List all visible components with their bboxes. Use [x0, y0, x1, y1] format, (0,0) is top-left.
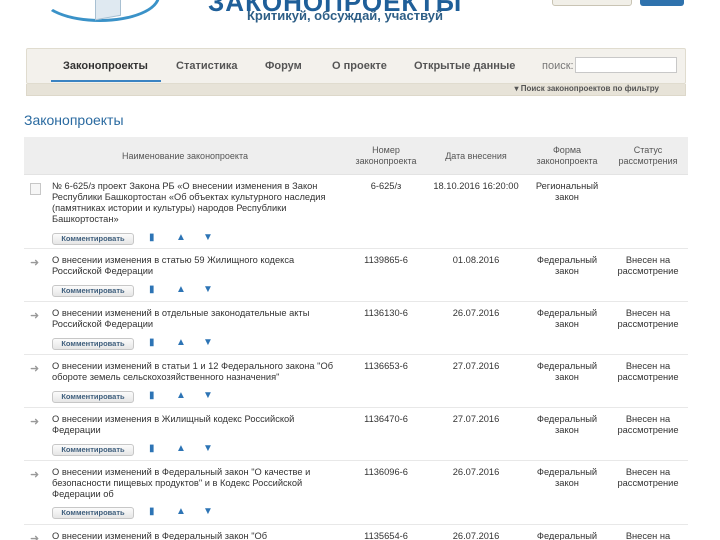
bill-status: Внесен на — [625, 531, 671, 540]
bill-form: Федеральный закон — [536, 255, 598, 276]
arrow-right-icon: ➜ — [30, 310, 40, 322]
thumbs-up-icon[interactable]: ▲ — [176, 506, 186, 518]
thumbs-down-icon[interactable]: ▼ — [203, 337, 213, 349]
bill-status: Внесен на рассмотрение — [617, 361, 679, 382]
bill-status: Внесен на рассмотрение — [617, 467, 679, 488]
header-login-button[interactable] — [552, 0, 632, 6]
speech-bubble-icon[interactable]: ▮ — [149, 337, 155, 349]
bill-form: Федеральный закон — [536, 361, 598, 382]
thumbs-down-icon[interactable]: ▼ — [203, 284, 213, 296]
column-header-date[interactable]: Дата внесения — [426, 151, 526, 162]
arrow-right-icon: ➜ — [30, 469, 40, 481]
header-register-button[interactable] — [640, 0, 684, 6]
speech-bubble-icon[interactable]: ▮ — [149, 390, 155, 402]
table-row: ➜ О внесении изменения в статью 59 Жилищ… — [24, 249, 688, 302]
nav-item-forum[interactable]: Форум — [265, 60, 302, 72]
nav-item-open-data[interactable]: Открытые данные — [414, 60, 515, 72]
table-row: ➜ О внесении изменения в Жилищный кодекс… — [24, 408, 688, 461]
bill-date: 26.07.2016 — [452, 467, 500, 477]
bill-form: Федеральный — [536, 531, 598, 540]
thumbs-up-icon[interactable]: ▲ — [176, 337, 186, 349]
bill-number: 1136653-6 — [364, 361, 408, 371]
bill-number: 1139865-6 — [364, 255, 408, 265]
comment-button[interactable]: Комментировать — [52, 285, 134, 297]
bill-form: Региональный закон — [535, 181, 599, 202]
column-header-number[interactable]: Номер законопроекта — [346, 145, 426, 167]
comment-button[interactable]: Комментировать — [52, 444, 134, 456]
filter-search-link[interactable]: ▾ Поиск законопроектов по фильтру — [515, 84, 660, 93]
bill-title-link[interactable]: О внесении изменения в статью 59 Жилищно… — [52, 255, 344, 277]
table-header: Наименование законопроекта Номер законоп… — [24, 137, 688, 175]
table-row: ➜ О внесении изменений в отдельные закон… — [24, 302, 688, 355]
thumbs-up-icon[interactable]: ▲ — [176, 284, 186, 296]
bill-number: 1135654-6 — [364, 531, 408, 540]
table-row: ➜ О внесении изменений в Федеральный зак… — [24, 461, 688, 525]
arrow-right-icon: ➜ — [30, 363, 40, 375]
comment-button[interactable]: Комментировать — [52, 338, 134, 350]
main-navigation: Законопроекты Статистика Форум О проекте… — [26, 48, 686, 84]
bill-date: 26.07.2016 — [452, 531, 500, 540]
bill-title-link[interactable]: О внесении изменений в Федеральный закон… — [52, 531, 344, 540]
bill-number: 1136096-6 — [364, 467, 408, 477]
nav-item-about[interactable]: О проекте — [332, 60, 387, 72]
comment-button[interactable]: Комментировать — [52, 233, 134, 245]
comment-button[interactable]: Комментировать — [52, 391, 134, 403]
bill-number: 1136470-6 — [364, 414, 408, 424]
bill-title-link[interactable]: О внесении изменений в Федеральный закон… — [52, 467, 344, 500]
bill-number: 6-625/з — [370, 181, 402, 191]
bill-title-link[interactable]: О внесении изменений в отдельные законод… — [52, 308, 344, 330]
bill-number: 1136130-6 — [364, 308, 408, 318]
active-tab-indicator — [51, 80, 161, 82]
bill-status: Внесен на рассмотрение — [617, 414, 679, 435]
arrow-right-icon: ➜ — [30, 416, 40, 428]
filter-bar: ▾ Поиск законопроектов по фильтру — [26, 84, 686, 96]
speech-bubble-icon[interactable]: ▮ — [149, 284, 155, 296]
column-header-form[interactable]: Форма законопроекта — [526, 145, 608, 167]
column-header-name[interactable]: Наименование законопроекта — [24, 151, 346, 162]
bill-form: Федеральный закон — [536, 467, 598, 488]
thumbs-down-icon[interactable]: ▼ — [203, 390, 213, 402]
bill-date: 01.08.2016 — [452, 255, 500, 265]
bill-date: 18.10.2016 16:20:00 — [433, 181, 519, 191]
bill-title-link[interactable]: № 6-625/з проект Закона РБ «О внесении и… — [52, 181, 344, 225]
bill-title-link[interactable]: О внесении изменения в Жилищный кодекс Р… — [52, 414, 344, 436]
speech-bubble-icon[interactable]: ▮ — [149, 232, 155, 244]
bill-status: Внесен на рассмотрение — [617, 308, 679, 329]
table-row: ➜ О внесении изменений в Федеральный зак… — [24, 525, 688, 540]
bill-title-link[interactable]: О внесении изменений в статьи 1 и 12 Фед… — [52, 361, 344, 383]
thumbs-up-icon[interactable]: ▲ — [176, 443, 186, 455]
nav-item-statistics[interactable]: Статистика — [176, 60, 238, 72]
bill-date: 27.07.2016 — [452, 414, 500, 424]
section-title: Законопроекты — [24, 112, 124, 128]
bill-form: Федеральный закон — [536, 308, 598, 329]
broken-image-icon — [30, 183, 41, 195]
bill-status: Внесен на рассмотрение — [617, 255, 679, 276]
speech-bubble-icon[interactable]: ▮ — [149, 443, 155, 455]
speech-bubble-icon[interactable]: ▮ — [149, 506, 155, 518]
thumbs-down-icon[interactable]: ▼ — [203, 232, 213, 244]
thumbs-down-icon[interactable]: ▼ — [203, 506, 213, 518]
thumbs-up-icon[interactable]: ▲ — [176, 390, 186, 402]
column-header-status[interactable]: Статус рассмотрения — [608, 145, 688, 167]
bills-table: Наименование законопроекта Номер законоп… — [24, 137, 688, 540]
thumbs-down-icon[interactable]: ▼ — [203, 443, 213, 455]
search-label: поиск: — [542, 60, 574, 72]
bill-form: Федеральный закон — [536, 414, 598, 435]
comment-button[interactable]: Комментировать — [52, 507, 134, 519]
site-slogan: Критикуй, обсуждай, участвуй — [247, 8, 444, 23]
arrow-right-icon: ➜ — [30, 257, 40, 269]
bill-date: 26.07.2016 — [452, 308, 500, 318]
search-input[interactable] — [575, 57, 677, 73]
table-row: № 6-625/з проект Закона РБ «О внесении и… — [24, 175, 688, 249]
table-row: ➜ О внесении изменений в статьи 1 и 12 Ф… — [24, 355, 688, 408]
bill-date: 27.07.2016 — [452, 361, 500, 371]
nav-item-bills[interactable]: Законопроекты — [63, 60, 148, 72]
arrow-right-icon: ➜ — [30, 533, 40, 540]
site-header: ЗАКОНОПРОЕКТЫ Критикуй, обсуждай, участв… — [0, 0, 720, 45]
thumbs-up-icon[interactable]: ▲ — [176, 232, 186, 244]
